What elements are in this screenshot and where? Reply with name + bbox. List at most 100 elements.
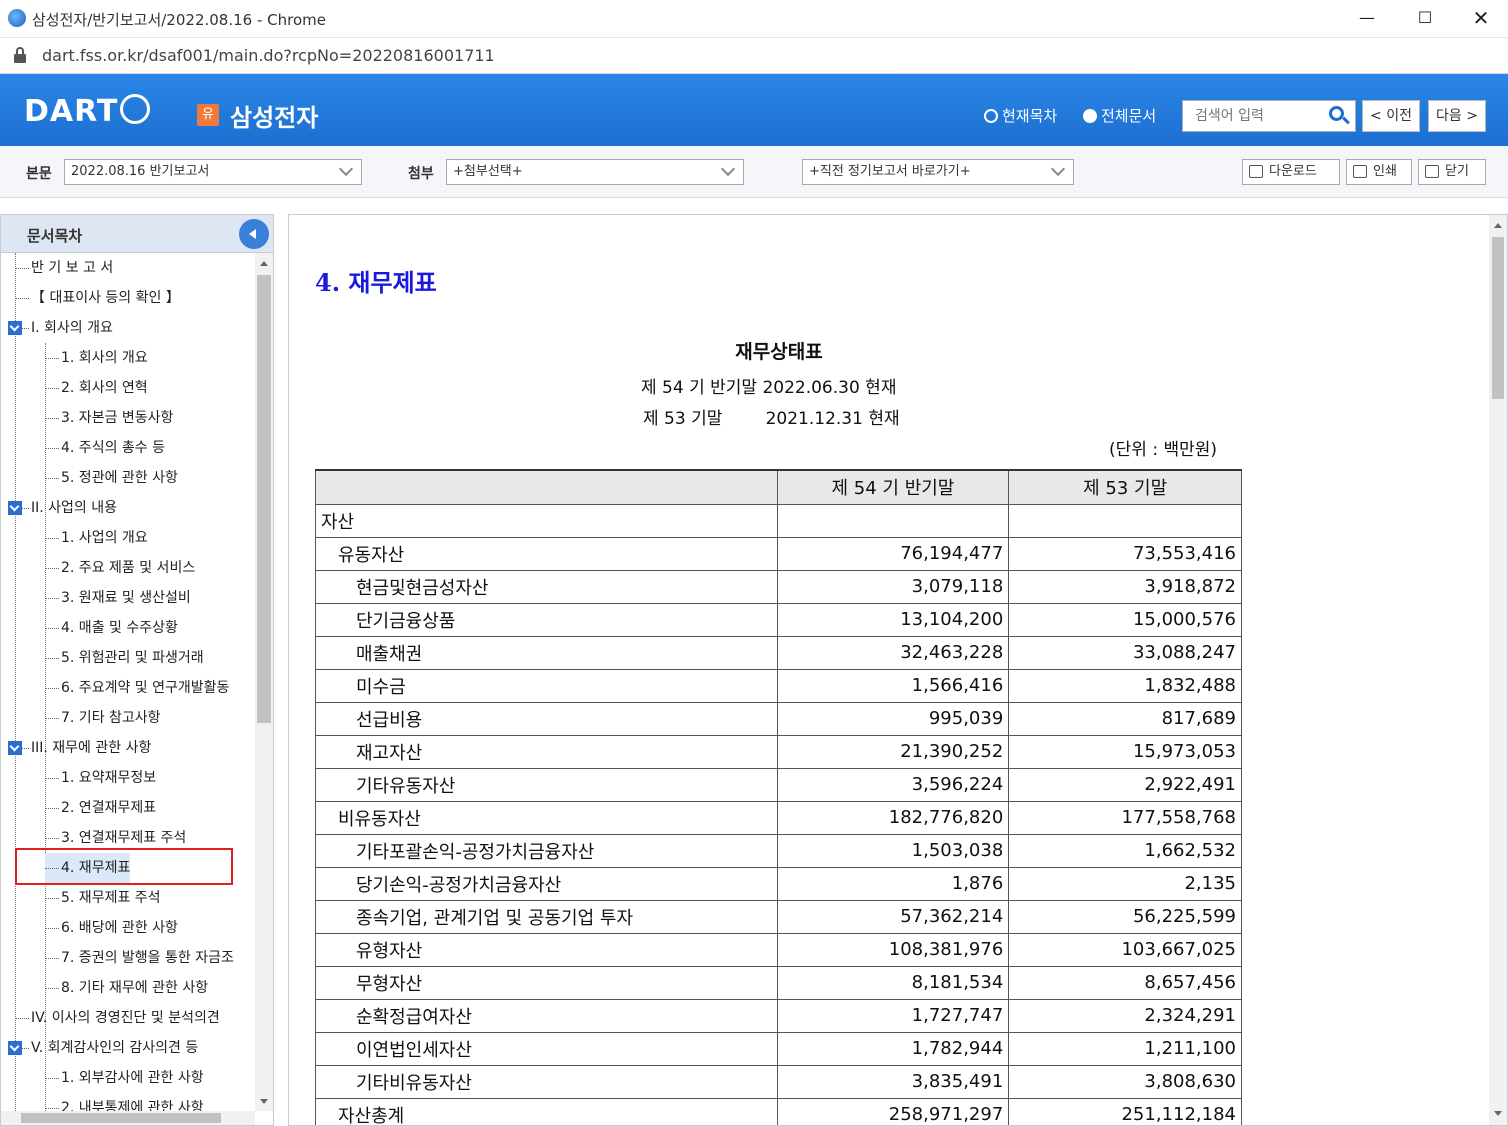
print-label: 인쇄 — [1373, 164, 1397, 179]
toc-horizontal-scrollbar[interactable] — [1, 1111, 255, 1125]
toc-item[interactable]: 반 기 보 고 서 — [15, 253, 113, 283]
prior-period-value: 2,922,491 — [1008, 767, 1242, 802]
tree-connector — [15, 297, 29, 299]
current-period-value: 1,503,038 — [776, 833, 1010, 868]
print-button[interactable]: 인쇄 — [1346, 159, 1412, 185]
column-header: 제 53 기말 — [1008, 469, 1242, 505]
toc-item[interactable]: 1. 외부감사에 관한 사항 — [45, 1063, 204, 1093]
scroll-down-icon[interactable] — [260, 1099, 268, 1104]
close-doc-icon — [1425, 165, 1439, 178]
tree-connector — [45, 1107, 59, 1109]
account-name-cell: 자산 — [315, 503, 778, 538]
dart-logo[interactable]: DART — [24, 94, 118, 129]
tree-connector — [45, 567, 59, 569]
toc-item[interactable]: 5. 위험관리 및 파생거래 — [45, 643, 204, 673]
scroll-up-icon[interactable] — [1494, 223, 1502, 228]
toc-item[interactable]: 2. 연결재무제표 — [45, 793, 156, 823]
toc-item[interactable]: 1. 사업의 개요 — [45, 523, 148, 553]
scroll-up-icon[interactable] — [260, 261, 268, 266]
main-doc-select[interactable]: 2022.08.16 반기보고서 — [64, 159, 362, 185]
toc-item-label: 3. 연결재무제표 주석 — [61, 830, 187, 846]
toc-item[interactable]: 7. 기타 참고사항 — [45, 703, 161, 733]
prior-period-value — [1008, 503, 1242, 538]
expand-toggle-icon[interactable] — [8, 501, 22, 515]
toc-item[interactable]: 4. 주식의 총수 등 — [45, 433, 165, 463]
table-row: 현금및현금성자산 3,079,118 3,918,872 — [315, 569, 1242, 604]
prior-period-value: 3,918,872 — [1008, 569, 1242, 604]
toc-item[interactable]: 5. 정관에 관한 사항 — [45, 463, 178, 493]
toc-item[interactable]: 【 대표이사 등의 확인 】 — [15, 283, 180, 313]
toc-item[interactable]: II. 사업의 내용 — [15, 493, 117, 523]
current-period-value: 1,876 — [776, 866, 1010, 901]
close-doc-button[interactable]: 닫기 — [1418, 159, 1486, 185]
toc-item[interactable]: IV. 이사의 경영진단 및 분석의견 — [15, 1003, 220, 1033]
toc-item[interactable]: 6. 주요계약 및 연구개발활동 — [45, 673, 229, 703]
periodic-report-select[interactable]: +직전 정기보고서 바로가기+ — [802, 159, 1074, 185]
toc-item[interactable]: 3. 자본금 변동사항 — [45, 403, 173, 433]
toc-item[interactable]: I. 회사의 개요 — [15, 313, 113, 343]
toc-vertical-scrollbar[interactable] — [255, 253, 273, 1111]
toc-item-label: IV. 이사의 경영진단 및 분석의견 — [31, 1010, 220, 1026]
toc-item-label: 5. 재무제표 주석 — [61, 890, 161, 906]
next-button[interactable]: 다음 > — [1428, 100, 1486, 132]
toc-item-label: 1. 사업의 개요 — [61, 530, 148, 546]
toc-scroll-thumb[interactable] — [257, 275, 271, 723]
maximize-button[interactable]: ☐ — [1400, 2, 1450, 34]
radio-current-toc[interactable]: 현재목차 — [984, 105, 1057, 126]
tree-connector — [45, 897, 59, 899]
dart-app-icon — [8, 9, 26, 27]
attach-select[interactable]: +첨부선택+ — [446, 159, 744, 185]
search-icon[interactable] — [1329, 106, 1350, 126]
url-text[interactable]: dart.fss.or.kr/dsaf001/main.do?rcpNo=202… — [42, 46, 495, 65]
prev-button[interactable]: < 이전 — [1362, 100, 1420, 132]
toc-collapse-button[interactable] — [239, 219, 269, 249]
toc-panel: 문서목차 반 기 보 고 서 【 대표이사 등의 확인 】 I. 회사의 개요 1. … — [0, 214, 274, 1126]
toc-item[interactable]: 3. 원재료 및 생산설비 — [45, 583, 191, 613]
current-period-value — [776, 503, 1010, 538]
document-scroll-thumb[interactable] — [1492, 237, 1504, 399]
current-period-value: 3,079,118 — [776, 569, 1010, 604]
expand-toggle-icon[interactable] — [8, 1041, 22, 1055]
toc-item-label: 7. 기타 참고사항 — [61, 710, 161, 726]
toc-item[interactable]: 5. 재무제표 주석 — [45, 883, 161, 913]
toc-item[interactable]: 8. 기타 재무에 관한 사항 — [45, 973, 208, 1003]
tree-connector — [45, 717, 59, 719]
tree-connector — [45, 687, 59, 689]
toc-item[interactable]: 2. 내부통제에 관한 사항 — [45, 1093, 204, 1111]
radio-all-docs[interactable]: 전체문서 — [1083, 105, 1156, 126]
toc-item-label: 5. 정관에 관한 사항 — [61, 470, 178, 486]
minimize-button[interactable]: — — [1342, 2, 1392, 34]
address-bar[interactable]: dart.fss.or.kr/dsaf001/main.do?rcpNo=202… — [0, 38, 1508, 74]
close-window-button[interactable]: ✕ — [1456, 2, 1506, 34]
table-row: 종속기업, 관계기업 및 공동기업 투자 57,362,214 56,225,599 — [315, 899, 1242, 934]
chevron-down-icon — [720, 161, 736, 177]
table-row: 선급비용 995,039 817,689 — [315, 701, 1242, 736]
toc-hscroll-thumb[interactable] — [21, 1113, 221, 1123]
current-period-value: 3,835,491 — [776, 1064, 1010, 1099]
tree-connector — [45, 417, 59, 419]
account-name-cell: 자산총계 — [315, 1097, 778, 1125]
scroll-down-icon[interactable] — [1494, 1111, 1502, 1116]
toc-item[interactable]: 1. 회사의 개요 — [45, 343, 148, 373]
toc-item[interactable]: 4. 매출 및 수주상황 — [45, 613, 178, 643]
download-button[interactable]: 다운로드 — [1242, 159, 1340, 185]
section-heading: 4. 재무제표 — [315, 268, 437, 297]
account-name-cell: 유동자산 — [315, 536, 778, 571]
expand-toggle-icon[interactable] — [8, 321, 22, 335]
toc-item[interactable]: 2. 주요 제품 및 서비스 — [45, 553, 195, 583]
toc-item[interactable]: V. 회계감사인의 감사의견 등 — [15, 1033, 198, 1063]
expand-toggle-icon[interactable] — [8, 741, 22, 755]
toc-item[interactable]: 7. 증권의 발행을 통한 자금조 — [45, 943, 234, 973]
toc-item[interactable]: 2. 회사의 연혁 — [45, 373, 148, 403]
search-input[interactable] — [1183, 101, 1323, 131]
prior-period-value: 817,689 — [1008, 701, 1242, 736]
tree-connector — [45, 1077, 59, 1079]
document-toolbar: 본문 2022.08.16 반기보고서 첨부 +첨부선택+ +직전 정기보고서 … — [0, 146, 1508, 198]
toc-item[interactable]: 1. 요약재무정보 — [45, 763, 156, 793]
document-vertical-scrollbar[interactable] — [1489, 215, 1507, 1125]
toc-item[interactable]: 6. 배당에 관한 사항 — [45, 913, 178, 943]
toc-item-label: 4. 주식의 총수 등 — [61, 440, 165, 456]
toc-item[interactable]: III. 재무에 관한 사항 — [15, 733, 151, 763]
toc-item-label: 6. 배당에 관한 사항 — [61, 920, 178, 936]
current-period-value: 76,194,477 — [776, 536, 1010, 571]
